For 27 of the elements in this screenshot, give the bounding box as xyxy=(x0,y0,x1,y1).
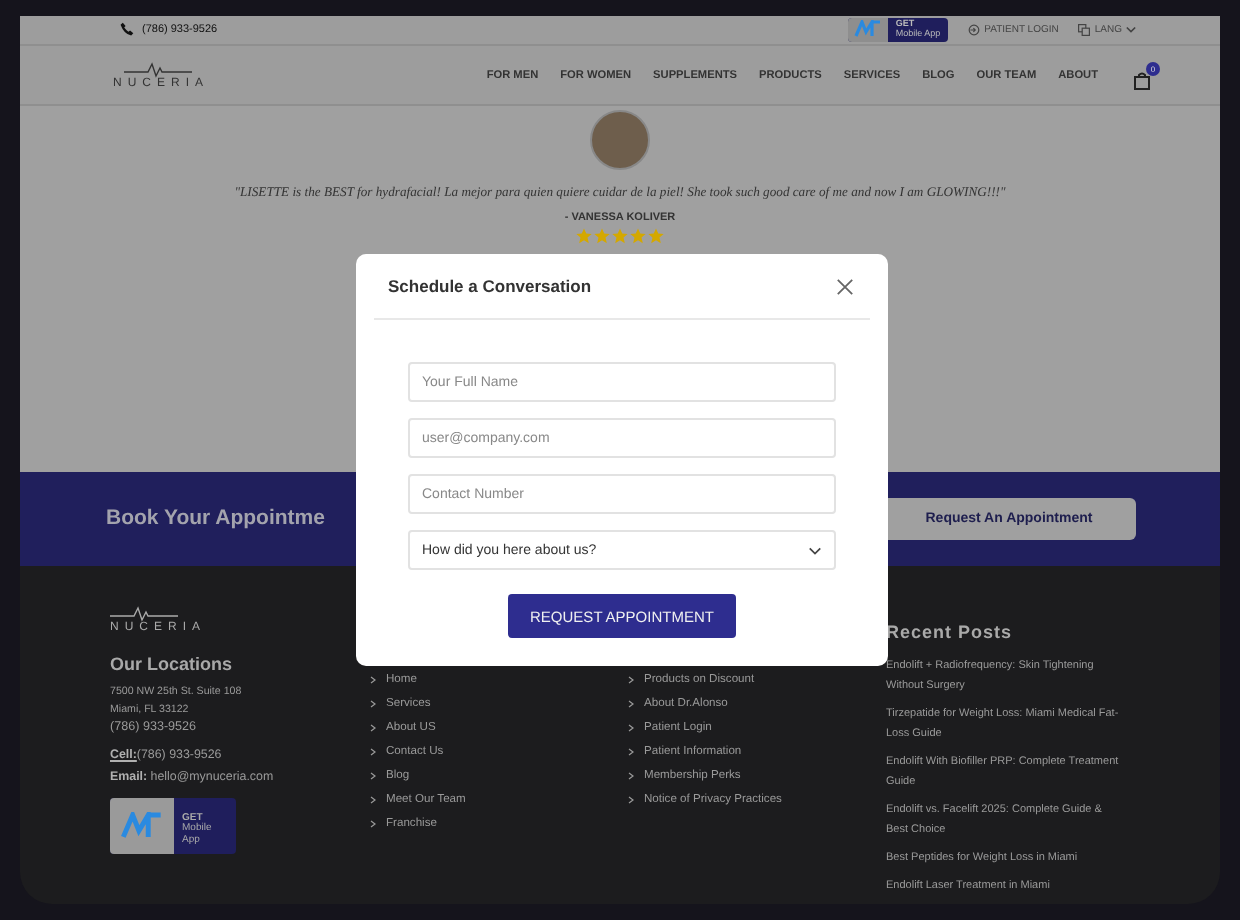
chevron-down-icon xyxy=(808,545,822,555)
shopping-bag-icon xyxy=(1134,71,1150,90)
chevron-right-icon xyxy=(370,820,376,828)
chevron-right-icon xyxy=(628,700,634,708)
login-icon xyxy=(968,23,981,36)
locations-heading: Our Locations xyxy=(110,654,235,674)
caret-icon xyxy=(1126,25,1136,34)
chevron-right-icon xyxy=(370,676,376,684)
booking-title: Book Your Appointme xyxy=(106,506,327,531)
avatar-photo-placeholder xyxy=(590,110,650,171)
chevron-right-icon xyxy=(628,748,634,756)
dialog-title: Schedule a Conversation xyxy=(388,276,592,296)
chevron-right-icon xyxy=(370,796,376,804)
chevron-right-icon xyxy=(370,748,376,756)
app-logo-icon xyxy=(120,811,164,840)
language-icon xyxy=(1078,23,1091,36)
chevron-right-icon xyxy=(628,772,634,780)
chevron-right-icon xyxy=(628,676,634,684)
chevron-right-icon xyxy=(370,772,376,780)
close-icon[interactable] xyxy=(836,277,854,295)
chevron-right-icon xyxy=(370,724,376,732)
chevron-right-icon xyxy=(370,700,376,708)
chevron-right-icon xyxy=(628,724,634,732)
chevron-right-icon xyxy=(628,796,634,804)
phone-icon xyxy=(120,22,134,37)
app-logo-icon xyxy=(853,20,882,39)
recent-posts-heading: Recent Posts xyxy=(886,622,1015,642)
